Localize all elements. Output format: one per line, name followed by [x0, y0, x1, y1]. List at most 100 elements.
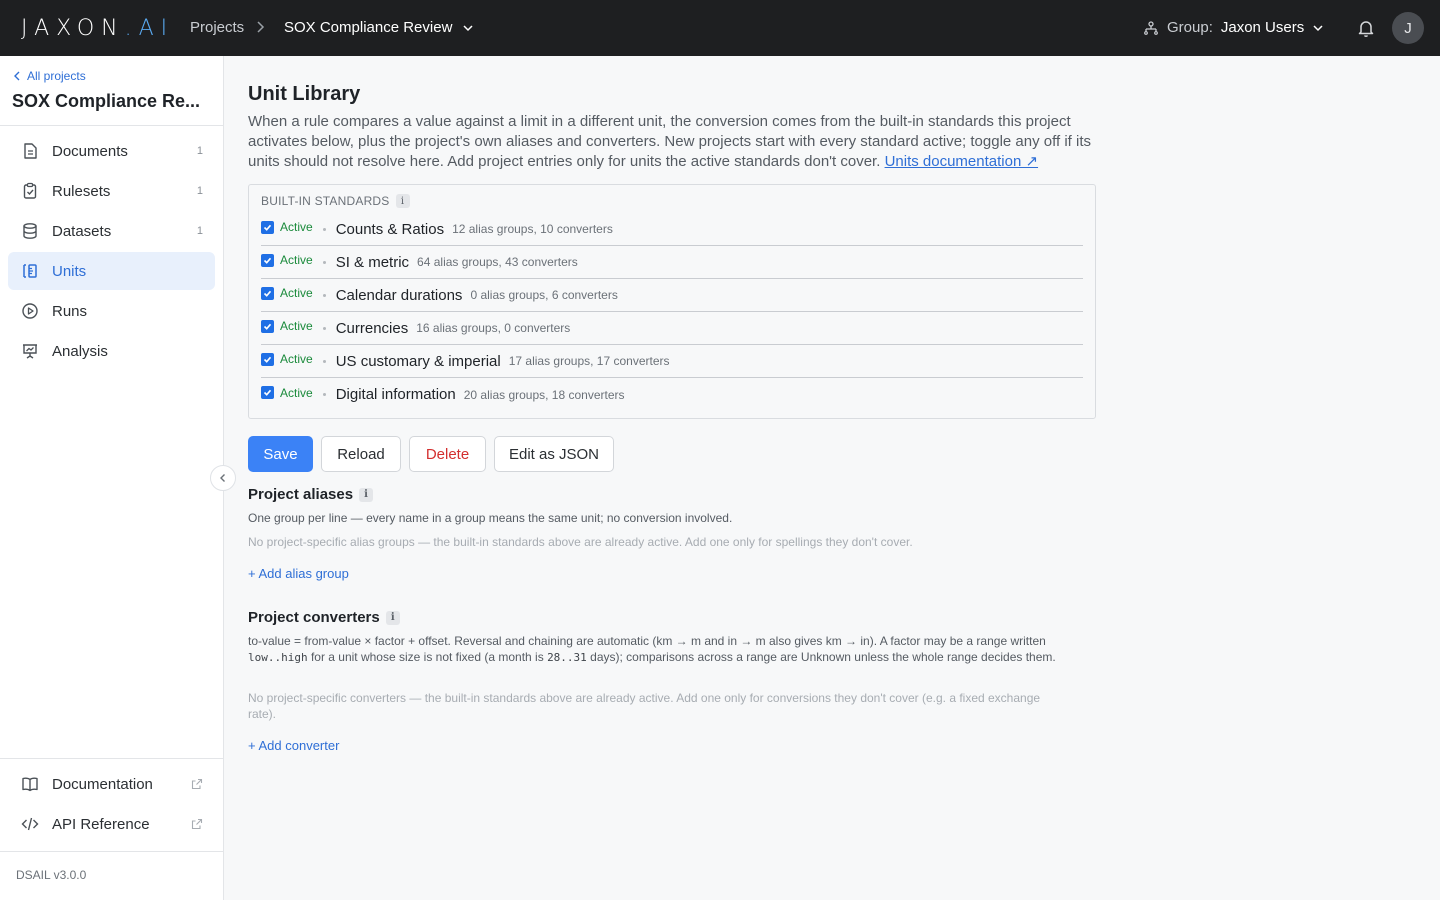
book-icon	[20, 774, 40, 794]
standard-name: SI & metric	[335, 253, 410, 271]
standard-checkbox[interactable]	[261, 220, 274, 234]
edit-as-json-button[interactable]: Edit as JSON	[494, 436, 614, 472]
org-chart-icon	[1144, 20, 1158, 35]
separator-dot	[322, 260, 326, 264]
reload-button[interactable]: Reload	[321, 436, 401, 472]
sidebar-item-label: Documentation	[52, 775, 153, 793]
all-projects-link[interactable]: All projects	[13, 69, 86, 83]
status-badge: Active	[280, 385, 313, 400]
info-icon[interactable]: i	[359, 487, 374, 502]
chevron-right-icon	[257, 21, 265, 33]
sidebar-item-label: Rulesets	[52, 182, 111, 200]
standard-meta: 64 alias groups, 43 converters	[417, 255, 578, 269]
code-icon	[20, 814, 40, 834]
intro-text: When a rule compares a value against a l…	[248, 112, 1100, 172]
units-documentation-link[interactable]: Units documentation ↗	[885, 153, 1038, 170]
sidebar-item-units[interactable]: Units	[8, 252, 215, 290]
sidebar: All projects SOX Compliance Re... Docume…	[0, 56, 224, 900]
standard-meta: 0 alias groups, 6 converters	[470, 288, 618, 302]
status-badge: Active	[280, 220, 313, 234]
count-badge: 1	[196, 185, 203, 197]
project-title: SOX Compliance Re...	[12, 91, 201, 111]
standard-row: Active Digital information 20 alias grou…	[261, 378, 1083, 411]
info-icon[interactable]: i	[385, 610, 400, 625]
presentation-chart-icon	[20, 341, 40, 361]
converters-desc-part: for a unit whose size is not fixed (a mo…	[307, 650, 548, 664]
standard-row: Active US customary & imperial 17 alias …	[261, 345, 1083, 378]
checkmark-icon	[263, 389, 272, 396]
app-logo[interactable]: JAXON.AI	[21, 16, 174, 41]
document-icon	[20, 141, 40, 161]
status-badge: Active	[280, 286, 313, 300]
group-name: Jaxon Users	[1220, 19, 1305, 36]
month-range-code: 28..31	[547, 651, 587, 664]
sidebar-item-analysis[interactable]: Analysis	[8, 332, 215, 370]
standard-checkbox[interactable]	[261, 286, 274, 300]
standard-name: Calendar durations	[335, 286, 463, 304]
status-badge: Active	[280, 319, 313, 333]
aliases-empty-state: No project-specific alias groups — the b…	[248, 535, 913, 549]
chevron-left-icon	[220, 474, 225, 482]
play-circle-icon	[20, 301, 40, 321]
converters-empty-state: No project-specific converters — the bui…	[248, 691, 1041, 721]
delete-button[interactable]: Delete	[409, 436, 486, 472]
standard-name: Currencies	[335, 319, 409, 337]
external-link-icon	[191, 818, 203, 830]
chevron-down-icon	[463, 24, 473, 31]
separator-dot	[322, 359, 326, 363]
standard-checkbox[interactable]	[261, 352, 274, 366]
standard-checkbox[interactable]	[261, 386, 274, 399]
standard-checkbox[interactable]	[261, 253, 274, 267]
sidebar-item-rulesets[interactable]: Rulesets 1	[8, 172, 215, 210]
chevron-left-icon	[14, 71, 20, 81]
sidebar-item-documents[interactable]: Documents 1	[8, 132, 215, 170]
sidebar-item-label: Units	[52, 262, 87, 280]
external-link-icon	[191, 778, 203, 790]
breadcrumb-projects[interactable]: Projects	[190, 19, 244, 36]
project-converters-heading: Project converters i	[248, 609, 400, 626]
project-switcher[interactable]: SOX Compliance Review	[284, 19, 474, 36]
range-example-code: low..high	[248, 651, 308, 664]
separator-dot	[322, 326, 326, 330]
count-badge: 1	[196, 225, 203, 237]
count-badge: 1	[196, 145, 203, 157]
project-aliases-heading: Project aliases i	[248, 486, 374, 503]
current-project-label: SOX Compliance Review	[284, 19, 453, 36]
checkmark-icon	[263, 257, 272, 264]
converters-description: to-value = from-value × factor + offset.…	[248, 633, 1078, 666]
standard-name: Counts & Ratios	[335, 220, 445, 238]
sidebar-item-runs[interactable]: Runs	[8, 292, 215, 330]
bell-icon[interactable]	[1355, 17, 1377, 39]
standard-meta: 17 alias groups, 17 converters	[508, 354, 670, 368]
standard-row: Active Calendar durations 0 alias groups…	[261, 279, 1083, 312]
standard-checkbox[interactable]	[261, 319, 274, 333]
group-label: Group:	[1167, 19, 1213, 36]
avatar[interactable]: J	[1392, 12, 1424, 44]
database-icon	[20, 221, 40, 241]
sidebar-item-datasets[interactable]: Datasets 1	[8, 212, 215, 250]
app-version: DSAIL v3.0.0	[16, 868, 87, 882]
built-in-standards-panel: BUILT-IN STANDARDS i Active Counts & Rat…	[248, 184, 1096, 419]
separator-dot	[322, 293, 326, 297]
save-button[interactable]: Save	[248, 436, 313, 472]
standard-meta: 20 alias groups, 18 converters	[463, 387, 625, 402]
separator-dot	[322, 393, 326, 396]
sidebar-item-api-reference[interactable]: API Reference	[8, 805, 215, 843]
section-title: Project aliases	[248, 486, 354, 503]
add-alias-group-link[interactable]: + Add alias group	[248, 566, 349, 581]
standard-name: US customary & imperial	[335, 352, 501, 370]
page-title: Unit Library	[248, 83, 361, 105]
chevron-down-icon	[1313, 24, 1323, 31]
standard-name: Digital information	[335, 386, 456, 403]
sidebar-item-label: Documents	[52, 142, 128, 160]
all-projects-label: All projects	[27, 69, 86, 83]
separator-dot	[322, 227, 326, 231]
status-badge: Active	[280, 253, 313, 267]
sidebar-item-documentation[interactable]: Documentation	[8, 765, 215, 803]
aliases-description: One group per line — every name in a gro…	[248, 511, 733, 525]
add-converter-link[interactable]: + Add converter	[248, 738, 339, 753]
collapse-sidebar-button[interactable]	[210, 465, 236, 491]
standards-heading-label: BUILT-IN STANDARDS	[261, 194, 390, 208]
group-switcher[interactable]: Group: Jaxon Users	[1143, 19, 1324, 36]
info-icon[interactable]: i	[395, 194, 410, 208]
